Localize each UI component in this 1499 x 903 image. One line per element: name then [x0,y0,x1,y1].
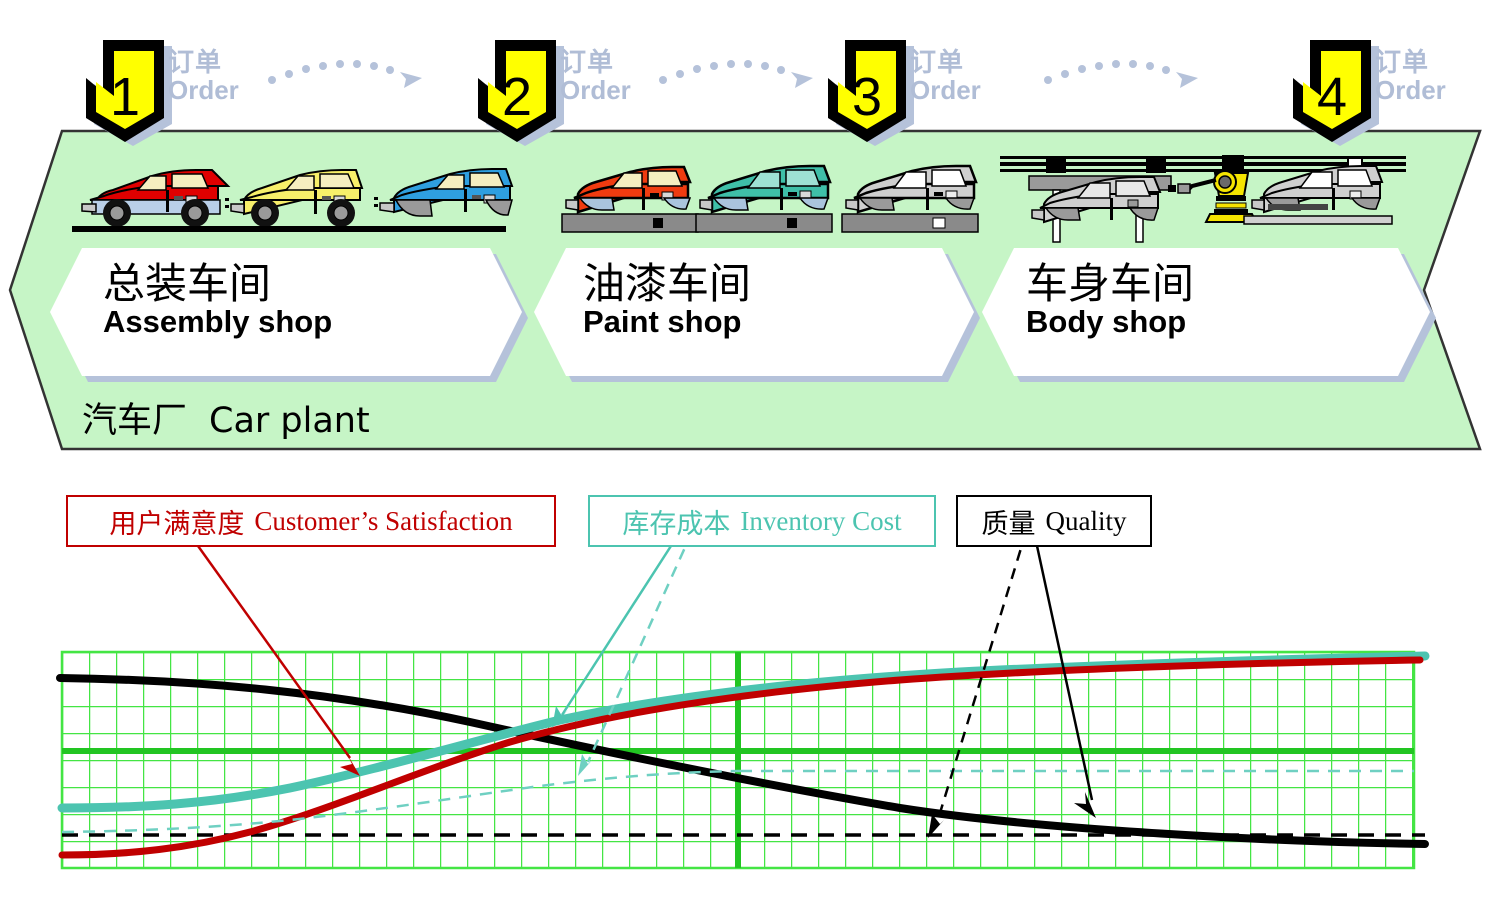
assembly-line-floor [72,226,506,232]
order-label-3: 订单 Order [910,48,981,104]
paint-skid-3 [841,213,979,233]
order-badge-1[interactable]: 1 [78,38,172,146]
legend-quality-en: Quality [1045,505,1127,536]
shop-label-assembly-en: Assembly shop [103,304,333,340]
shop-label-body-en: Body shop [1026,304,1187,340]
shop-label-assembly-cn: 总装车间 [103,259,272,308]
shop-label-body[interactable]: 车身车间 Body shop [1026,259,1195,340]
legend-inventory-en: Inventory Cost [740,505,902,536]
badge-number-4: 4 [1316,67,1348,127]
order-label-3-en: Order [910,75,981,106]
order-label-1-en: Order [168,75,239,106]
plant-label-en: Car plant [209,401,370,441]
legend-satisfaction-en: Customer’s Satisfaction [254,505,513,536]
order-badge-2[interactable]: 2 [470,38,564,146]
shop-label-body-cn: 车身车间 [1026,259,1195,308]
order-arrow-1-2 [268,60,422,88]
robot-pallet [1243,215,1393,225]
legend-customer-satisfaction[interactable]: 用户满意度 Customer’s Satisfaction [66,495,556,547]
paint-skid-2 [695,213,833,233]
shop-label-paint-cn: 油漆车间 [583,259,752,308]
order-label-2-cn: 订单 [560,47,615,77]
badge-number-1: 1 [109,67,141,127]
order-label-3-cn: 订单 [910,47,965,77]
paint-shop-illustration [561,164,979,233]
order-label-2-en: Order [560,75,631,106]
order-arrow-3-4 [1044,60,1198,88]
legend-quality[interactable]: 质量 Quality [956,495,1152,547]
order-label-4: 订单 Order [1375,48,1446,104]
badge-number-3: 3 [851,67,883,127]
order-label-1-cn: 订单 [168,47,223,77]
plant-label: 汽车厂 Car plant [82,392,370,443]
shop-label-paint-en: Paint shop [583,304,742,340]
order-label-4-en: Order [1375,75,1446,106]
legend-inventory-cost[interactable]: 库存成本 Inventory Cost [588,495,936,547]
shop-label-assembly[interactable]: 总装车间 Assembly shop [103,259,333,340]
shop-label-paint[interactable]: 油漆车间 Paint shop [583,259,752,340]
badge-number-2: 2 [501,67,533,127]
order-label-2: 订单 Order [560,48,631,104]
diagram-canvas: 1 订单 Order 2 订单 Order 3 订单 Order 4 订单 Or… [0,0,1499,903]
legend-inventory-cn: 库存成本 [622,508,731,540]
order-arrow-2-3 [659,60,813,88]
paint-skid-1 [561,213,699,233]
order-label-4-cn: 订单 [1375,47,1430,77]
order-badge-4[interactable]: 4 [1285,38,1379,146]
legend-quality-cn: 质量 [981,508,1036,540]
legend-satisfaction-cn: 用户满意度 [109,508,245,540]
order-badge-3[interactable]: 3 [820,38,914,146]
order-label-1: 订单 Order [168,48,239,104]
plant-label-cn: 汽车厂 [82,401,188,441]
